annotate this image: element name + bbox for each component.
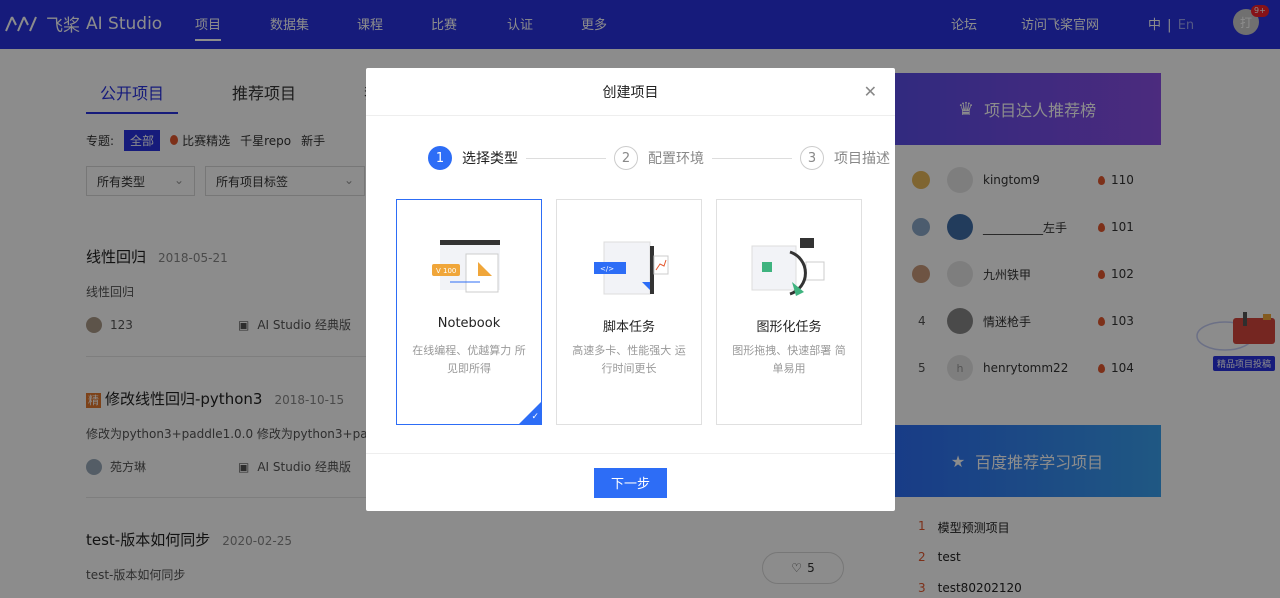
card-name: 图形化任务 — [756, 320, 822, 335]
step-number: 2 — [614, 146, 638, 170]
script-illustration-text: </> — [600, 265, 614, 273]
stepper: 1 选择类型 2 配置环境 3 项目描述 — [428, 146, 890, 170]
next-step-button[interactable]: 下一步 — [594, 467, 667, 498]
card-name: Notebook — [437, 316, 501, 331]
create-project-dialog: 创建项目 ✕ 1 选择类型 2 配置环境 3 项目描述 V 100 Notebo… — [366, 68, 895, 511]
card-desc: 在线编程、优越算力 所见即所得 — [412, 344, 526, 375]
step-connector — [526, 157, 606, 159]
graphic-task-illustration-icon — [751, 238, 825, 296]
step-select-type: 1 选择类型 — [428, 146, 518, 170]
card-graphic-task[interactable]: 图形化任务 图形拖拽、快速部署 简单易用 — [716, 199, 862, 425]
step-connector — [712, 157, 792, 159]
step-label: 项目描述 — [834, 151, 890, 167]
script-task-illustration-icon: </> — [594, 241, 669, 295]
step-label: 选择类型 — [462, 151, 518, 167]
notebook-illustration-icon: V 100 — [432, 240, 500, 293]
check-icon: ✓ — [531, 412, 539, 422]
card-desc: 图形拖拽、快速部署 简单易用 — [732, 344, 846, 375]
step-label: 配置环境 — [648, 151, 704, 167]
step-number: 1 — [428, 146, 452, 170]
card-notebook[interactable]: V 100 Notebook 在线编程、优越算力 所见即所得 ✓ — [396, 199, 542, 425]
step-description: 3 项目描述 — [800, 146, 890, 170]
card-script-task[interactable]: </> 脚本任务 高速多卡、性能强大 运行时间更长 — [556, 199, 702, 425]
notebook-illustration-text: V 100 — [436, 267, 456, 275]
dialog-footer: 下一步 — [366, 453, 895, 511]
project-type-cards: V 100 Notebook 在线编程、优越算力 所见即所得 ✓ </> 脚本任… — [396, 199, 862, 425]
step-config-env: 2 配置环境 — [614, 146, 704, 170]
card-name: 脚本任务 — [602, 320, 655, 335]
dialog-header: 创建项目 ✕ — [366, 68, 895, 116]
close-icon[interactable]: ✕ — [864, 82, 877, 101]
card-desc: 高速多卡、性能强大 运行时间更长 — [572, 344, 686, 375]
dialog-title: 创建项目 — [602, 84, 659, 101]
step-number: 3 — [800, 146, 824, 170]
